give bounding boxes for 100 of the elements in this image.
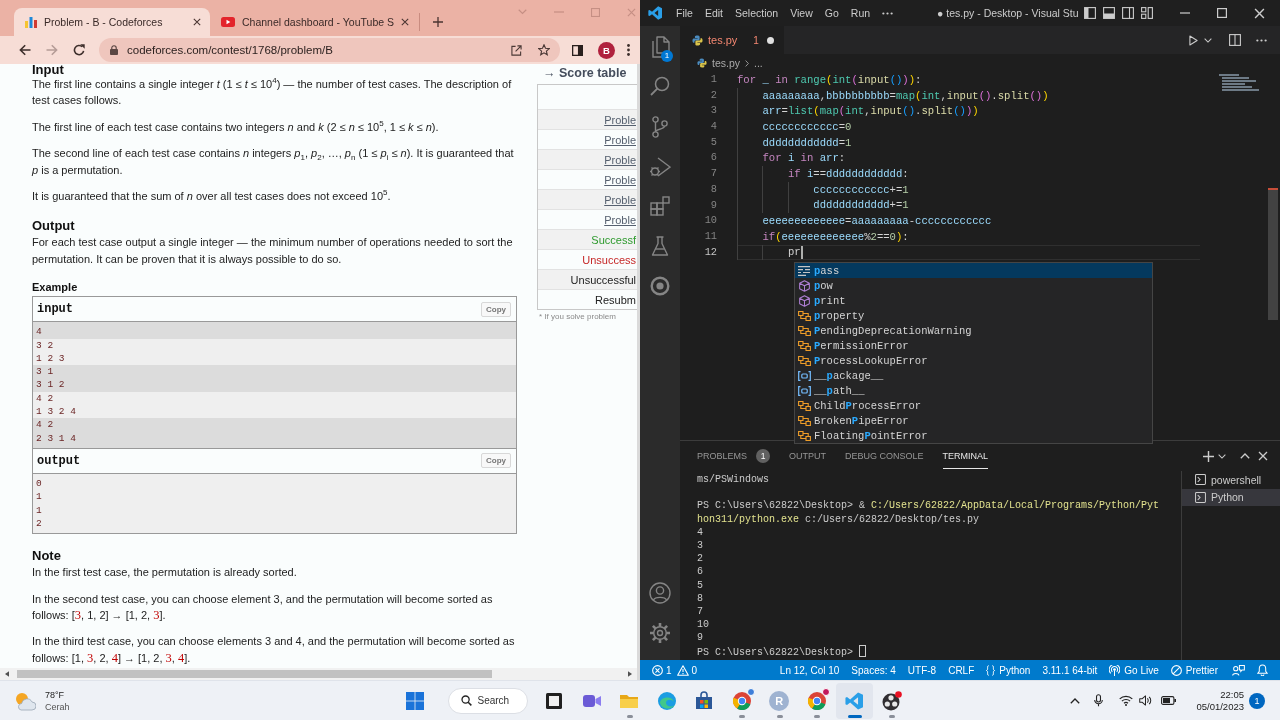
- suggestion-item[interactable]: ChildProcessError: [795, 398, 1152, 413]
- menu-item[interactable]: Run: [844, 2, 877, 24]
- caret-icon[interactable]: [1204, 37, 1212, 43]
- panel-tab[interactable]: OUTPUT: [789, 443, 826, 469]
- profile-button[interactable]: B: [598, 41, 615, 59]
- more-icon[interactable]: [627, 44, 630, 56]
- status-item[interactable]: Ln 12, Col 10: [773, 664, 846, 676]
- menu-item[interactable]: Edit: [698, 2, 729, 24]
- panel-tab[interactable]: DEBUG CONSOLE: [845, 443, 924, 469]
- search-icon[interactable]: [650, 76, 670, 96]
- shell-session-item[interactable]: powershell: [1182, 471, 1280, 489]
- new-tab-icon[interactable]: [433, 17, 443, 27]
- breadcrumb-item[interactable]: ...: [754, 57, 763, 69]
- battery-icon[interactable]: [1161, 696, 1177, 705]
- suggestion-item[interactable]: __package__: [795, 368, 1152, 383]
- code-line: aaaaaaaaa,bbbbbbbbbb=map(int,input().split()): [737, 87, 1200, 104]
- search-button[interactable]: Search: [447, 687, 528, 714]
- caret-icon[interactable]: [1218, 453, 1226, 459]
- class-icon: [797, 309, 811, 322]
- copy-button[interactable]: Copy: [481, 453, 511, 469]
- new-terminal-icon[interactable]: [1203, 450, 1214, 462]
- suggestion-item[interactable]: BrokenPipeError: [795, 413, 1152, 428]
- close-icon[interactable]: [193, 18, 201, 26]
- scroll-right-icon[interactable]: [628, 671, 632, 677]
- more-icon[interactable]: [1256, 38, 1267, 42]
- status-item[interactable]: Python: [980, 664, 1037, 676]
- status-item[interactable]: Prettier: [1164, 664, 1224, 676]
- suggestion-item[interactable]: PendingDeprecationWarning: [795, 323, 1152, 338]
- status-item[interactable]: Go Live: [1103, 664, 1165, 676]
- chevron-up-icon[interactable]: [1070, 697, 1081, 704]
- sidebar-toggle-icon[interactable]: [1084, 7, 1096, 19]
- settings-icon[interactable]: [649, 622, 671, 644]
- maximize-icon[interactable]: [1217, 8, 1227, 18]
- suggestion-item[interactable]: property: [795, 308, 1152, 323]
- share-icon[interactable]: [511, 44, 522, 56]
- side-panel-icon[interactable]: [572, 44, 583, 56]
- address-bar[interactable]: codeforces.com/contest/1768/problem/B: [99, 38, 560, 62]
- breadcrumb-item[interactable]: tes.py: [712, 57, 740, 69]
- menu-item[interactable]: View: [784, 2, 819, 24]
- run-icon[interactable]: [1189, 34, 1198, 46]
- wifi-icon[interactable]: [1119, 695, 1134, 706]
- suggestion-item[interactable]: print: [795, 293, 1152, 308]
- speaker-icon[interactable]: [1139, 695, 1153, 706]
- clock-date[interactable]: 05/01/2023: [1196, 700, 1244, 713]
- problem-link[interactable]: Proble: [538, 149, 637, 169]
- status-item[interactable]: Spaces: 4: [845, 664, 902, 676]
- shell-session-item[interactable]: Python: [1182, 488, 1280, 506]
- browser-tab[interactable]: Channel dashboard - YouTube S: [210, 13, 420, 31]
- terminal-line: 9: [697, 631, 704, 645]
- suggestion-item[interactable]: pow: [795, 278, 1152, 293]
- panel-tab[interactable]: PROBLEMS 1: [697, 443, 770, 469]
- feedback-icon[interactable]: [1232, 664, 1245, 676]
- unsaved-dot-icon[interactable]: [766, 36, 774, 44]
- panel-tab[interactable]: TERMINAL: [942, 443, 989, 469]
- menu-item[interactable]: Go: [818, 2, 845, 24]
- status-item[interactable]: 3.11.1 64-bit: [1036, 664, 1104, 676]
- scroll-left-icon[interactable]: [5, 671, 9, 677]
- suggestion-item[interactable]: __path__: [795, 383, 1152, 398]
- extensions-icon[interactable]: [650, 196, 670, 216]
- scrollbar-thumb[interactable]: [1268, 188, 1278, 320]
- sample-line: 4 2: [36, 418, 55, 432]
- ring-icon[interactable]: [650, 276, 670, 296]
- close-icon[interactable]: [401, 18, 409, 26]
- menu-item[interactable]: Selection: [729, 2, 785, 24]
- copy-button[interactable]: Copy: [481, 301, 511, 317]
- status-item[interactable]: UTF-8: [901, 664, 943, 676]
- suggestion-item[interactable]: pass: [795, 263, 1152, 278]
- bell-icon[interactable]: [1257, 664, 1268, 676]
- maximize-panel-icon[interactable]: [1240, 453, 1250, 459]
- editor-tab[interactable]: tes.py 1: [680, 26, 784, 54]
- microphone-icon[interactable]: [1094, 694, 1104, 707]
- suggestion-item[interactable]: ProcessLookupError: [795, 353, 1152, 368]
- problems-status-button[interactable]: 1 0: [652, 664, 700, 676]
- notification-badge[interactable]: 1: [1249, 692, 1265, 709]
- branch-icon[interactable]: [652, 116, 668, 138]
- terminal-line: 5: [697, 578, 704, 592]
- layout-icon[interactable]: [1141, 7, 1153, 19]
- panel-toggle-icon[interactable]: [1103, 7, 1115, 19]
- run-debug-icon[interactable]: [649, 156, 671, 178]
- secondary-sidebar-icon[interactable]: [1122, 7, 1134, 19]
- problem-link[interactable]: Proble: [538, 189, 637, 209]
- files-icon[interactable]: [650, 36, 670, 58]
- ribbon-logo-icon: [845, 691, 864, 710]
- account-icon[interactable]: [649, 582, 671, 604]
- suggestion-item[interactable]: FloatingPointError: [795, 428, 1152, 443]
- back-icon[interactable]: [19, 44, 31, 56]
- clock-time[interactable]: 22:05: [1220, 688, 1244, 701]
- horizontal-scrollbar[interactable]: [0, 668, 640, 680]
- reload-icon[interactable]: [73, 44, 85, 56]
- score-table-link[interactable]: → Score table: [537, 64, 637, 82]
- bookmark-star-icon[interactable]: [538, 44, 550, 56]
- problem-link[interactable]: Proble: [538, 109, 637, 129]
- status-item[interactable]: CRLF: [942, 664, 981, 676]
- flask-icon[interactable]: [651, 236, 669, 256]
- split-editor-icon[interactable]: [1229, 34, 1241, 46]
- scrollbar-thumb[interactable]: [17, 670, 492, 678]
- suggestion-item[interactable]: PermissionError: [795, 338, 1152, 353]
- browser-tab[interactable]: Problem - B - Codeforces: [14, 8, 210, 36]
- menu-item[interactable]: File: [670, 2, 699, 24]
- more-icon[interactable]: [882, 11, 894, 15]
